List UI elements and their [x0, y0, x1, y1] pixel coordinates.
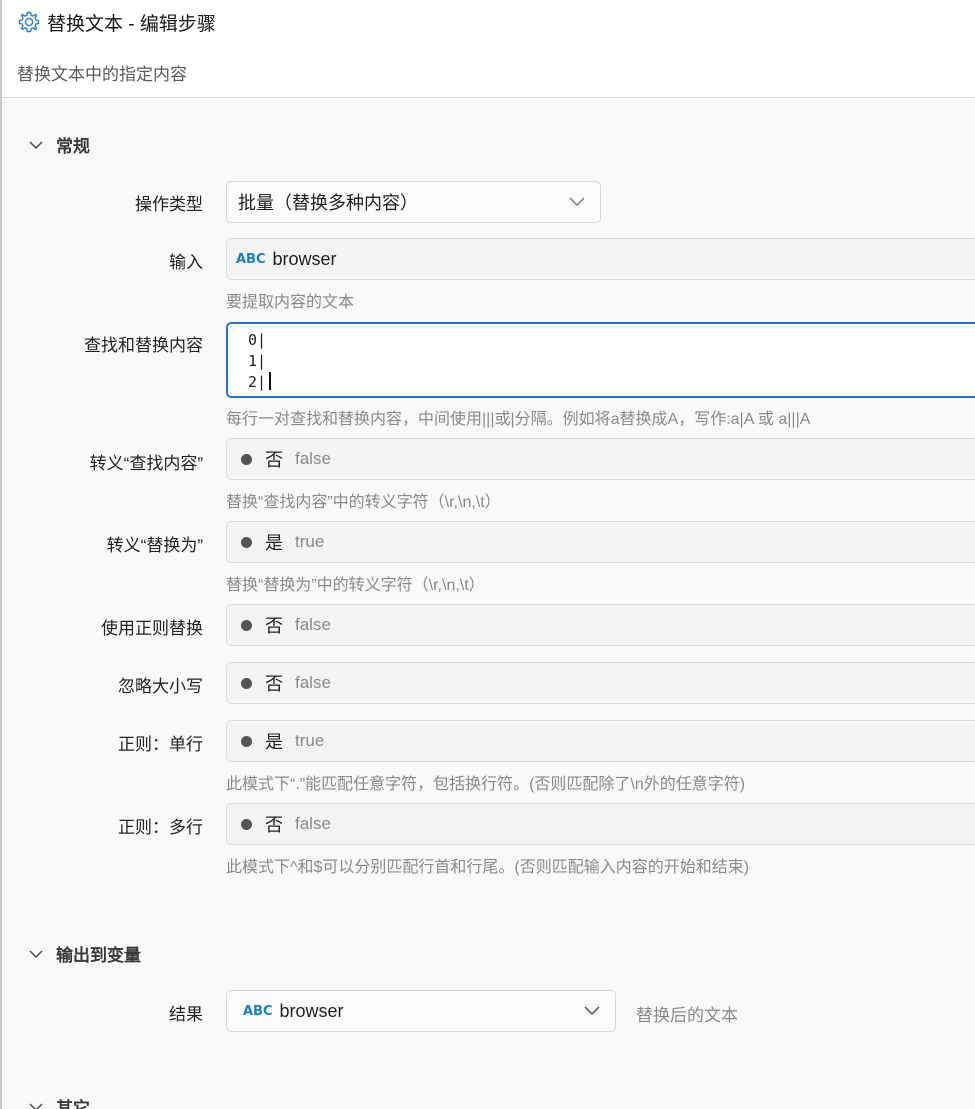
escape-replace-bool-value: true: [295, 532, 325, 551]
bool-dot-icon: [241, 677, 252, 689]
result-label: 结果: [169, 1005, 203, 1024]
window-title: 替换文本 - 编辑步骤: [47, 13, 216, 35]
chevron-down-icon: [584, 1006, 600, 1016]
text-type-icon: ABC: [236, 251, 266, 267]
chevron-down-icon: [29, 141, 43, 149]
bool-dot-icon: [241, 619, 252, 631]
escape-find-hint: 替换“查找内容”中的转义字符（\r,\n,\t）: [226, 494, 501, 511]
input-value: browser: [272, 248, 337, 269]
op-type-select[interactable]: 批量（替换多种内容）: [226, 181, 601, 223]
section-general-toggle[interactable]: 常规: [28, 132, 90, 157]
ignore-case-bool-value: false: [295, 673, 331, 692]
op-type-value: 批量（替换多种内容）: [238, 193, 418, 213]
chevron-down-icon: [569, 197, 585, 206]
gear-icon: [18, 11, 40, 33]
escape-find-bool-value: false: [295, 449, 331, 468]
use-regex-bool-value: false: [295, 615, 331, 634]
regex-singleline-bool-label: 是: [265, 732, 283, 752]
escape-find-label: 转义“查找内容”: [89, 454, 203, 473]
regex-multiline-bool-label: 否: [265, 815, 283, 835]
regex-multiline-hint: 此模式下^和$可以分别匹配行首和行尾。(否则匹配输入内容的开始和结束): [226, 859, 750, 876]
find-replace-line: 0|: [248, 331, 267, 349]
escape-replace-toggle[interactable]: 是 true: [226, 521, 975, 563]
section-general-title: 常规: [56, 137, 90, 156]
title-bar: 替换文本 - 编辑步骤: [2, 0, 975, 44]
use-regex-label: 使用正则替换: [101, 619, 203, 638]
input-hint: 要提取内容的文本: [226, 294, 355, 311]
escape-find-bool-label: 否: [265, 450, 283, 470]
result-hint: 替换后的文本: [636, 1006, 738, 1025]
bool-dot-icon: [241, 735, 252, 747]
find-replace-textarea[interactable]: 0| 1| 2|: [226, 322, 975, 398]
regex-multiline-bool-value: false: [295, 814, 331, 833]
escape-replace-label: 转义“替换为”: [106, 536, 203, 555]
ignore-case-label: 忽略大小写: [118, 677, 203, 696]
use-regex-bool-label: 否: [265, 616, 283, 636]
escape-replace-hint: 替换“替换为”中的转义字符（\r,\n,\t）: [226, 577, 485, 594]
ignore-case-bool-label: 否: [265, 674, 283, 694]
window-subtitle: 替换文本中的指定内容: [17, 65, 187, 84]
escape-replace-bool-label: 是: [265, 533, 283, 553]
regex-multiline-toggle[interactable]: 否 false: [226, 803, 975, 845]
find-replace-line-last: 2|: [248, 372, 975, 393]
input-field[interactable]: ABC browser: [226, 238, 975, 280]
result-value: browser: [279, 1000, 344, 1021]
regex-singleline-label: 正则：单行: [118, 735, 203, 754]
escape-find-toggle[interactable]: 否 false: [226, 438, 975, 480]
bool-dot-icon: [241, 818, 252, 830]
bool-dot-icon: [241, 453, 252, 465]
use-regex-toggle[interactable]: 否 false: [226, 604, 975, 646]
find-replace-label: 查找和替换内容: [84, 336, 203, 355]
find-replace-line: 1|: [248, 352, 267, 370]
chevron-down-icon: [29, 1103, 43, 1109]
regex-singleline-bool-value: true: [295, 731, 325, 750]
section-other-title: 其它: [56, 1099, 90, 1109]
op-type-label: 操作类型: [135, 195, 203, 214]
section-output-title: 输出到变量: [56, 946, 141, 965]
ignore-case-toggle[interactable]: 否 false: [226, 662, 975, 704]
text-caret: [269, 372, 272, 390]
regex-multiline-label: 正则：多行: [118, 818, 203, 837]
bool-dot-icon: [241, 536, 252, 548]
section-output-toggle[interactable]: 输出到变量: [28, 941, 141, 966]
regex-singleline-toggle[interactable]: 是 true: [226, 720, 975, 762]
find-replace-hint: 每行一对查找和替换内容，中间使用|||或|分隔。例如将a替换成A，写作:a|A …: [226, 411, 811, 428]
section-other-toggle[interactable]: 其它: [28, 1094, 90, 1109]
text-type-icon: ABC: [243, 1003, 273, 1019]
regex-singleline-hint: 此模式下“.”能匹配任意字符，包括换行符。(否则匹配除了\n外的任意字符): [226, 776, 746, 793]
input-label: 输入: [169, 253, 203, 272]
chevron-down-icon: [29, 950, 43, 958]
result-variable-select[interactable]: ABC browser: [226, 990, 616, 1032]
